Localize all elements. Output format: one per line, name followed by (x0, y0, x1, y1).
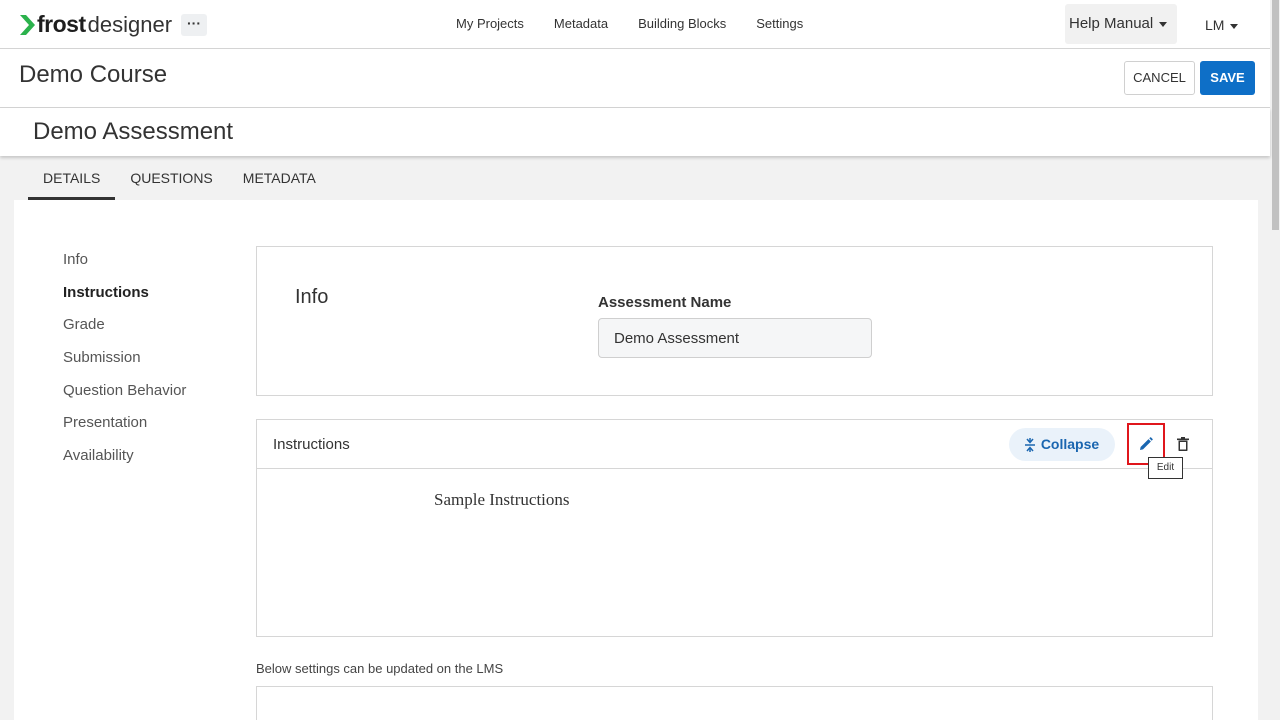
frost-designer-logo[interactable]: frost designer (20, 11, 172, 38)
details-side-nav: Info Instructions Grade Submission Quest… (63, 251, 186, 480)
assessment-name-input[interactable] (598, 318, 872, 358)
lms-settings-panel (256, 686, 1213, 720)
delete-button[interactable] (1175, 434, 1191, 454)
course-header: Demo Course CANCEL SAVE (0, 49, 1270, 108)
edit-tooltip: Edit (1148, 457, 1183, 479)
side-nav-instructions[interactable]: Instructions (63, 284, 186, 317)
tab-metadata[interactable]: METADATA (228, 156, 331, 200)
assessment-title: Demo Assessment (33, 118, 234, 145)
top-navbar: frost designer ··· My Projects Metadata … (0, 0, 1270, 49)
help-manual-label: Help Manual (1069, 15, 1154, 32)
cancel-button[interactable]: CANCEL (1124, 61, 1195, 95)
logo-text-designer: designer (87, 11, 173, 37)
info-panel: Info Assessment Name (256, 246, 1213, 396)
side-nav-info[interactable]: Info (63, 251, 186, 284)
assessment-header: Demo Assessment (0, 108, 1270, 156)
lms-settings-note: Below settings can be updated on the LMS (256, 661, 504, 676)
more-menu-button[interactable]: ··· (181, 14, 207, 36)
chevron-down-icon (1159, 21, 1168, 27)
instructions-title: Instructions (273, 436, 350, 453)
assessment-name-label: Assessment Name (598, 294, 732, 311)
side-nav-question-behavior[interactable]: Question Behavior (63, 382, 186, 415)
collapse-icon (1024, 438, 1035, 453)
page-scrollbar[interactable] (1270, 0, 1280, 720)
instructions-panel: Instructions Collapse Edit Sample Instru… (256, 419, 1213, 637)
course-title: Demo Course (19, 61, 168, 88)
collapse-label: Collapse (1040, 436, 1100, 452)
pencil-icon (1140, 437, 1153, 450)
instructions-header: Instructions Collapse Edit (257, 420, 1212, 479)
user-menu-dropdown[interactable]: LM (1205, 17, 1239, 33)
chevron-down-icon (1230, 23, 1239, 29)
logo-text-frost: frost (37, 11, 86, 37)
help-manual-dropdown[interactable]: Help Manual (1065, 4, 1177, 44)
trash-icon (1177, 437, 1189, 451)
side-nav-availability[interactable]: Availability (63, 447, 186, 480)
top-nav: My Projects Metadata Building Blocks Set… (456, 16, 833, 31)
nav-my-projects[interactable]: My Projects (456, 16, 524, 31)
nav-building-blocks[interactable]: Building Blocks (638, 16, 726, 31)
side-nav-presentation[interactable]: Presentation (63, 414, 186, 447)
nav-settings[interactable]: Settings (756, 16, 803, 31)
assessment-tabs: DETAILS QUESTIONS METADATA (28, 156, 331, 200)
frost-logo-icon (20, 14, 35, 35)
collapse-button[interactable]: Collapse (1009, 428, 1115, 461)
side-nav-grade[interactable]: Grade (63, 316, 186, 349)
side-nav-submission[interactable]: Submission (63, 349, 186, 382)
info-heading: Info (295, 286, 329, 308)
tab-questions[interactable]: QUESTIONS (115, 156, 227, 200)
save-button[interactable]: SAVE (1200, 61, 1255, 95)
tab-details[interactable]: DETAILS (28, 156, 116, 200)
user-initials: LM (1205, 17, 1225, 33)
nav-metadata[interactable]: Metadata (554, 16, 608, 31)
instructions-body-text[interactable]: Sample Instructions (434, 490, 570, 510)
scrollbar-thumb[interactable] (1272, 0, 1279, 230)
